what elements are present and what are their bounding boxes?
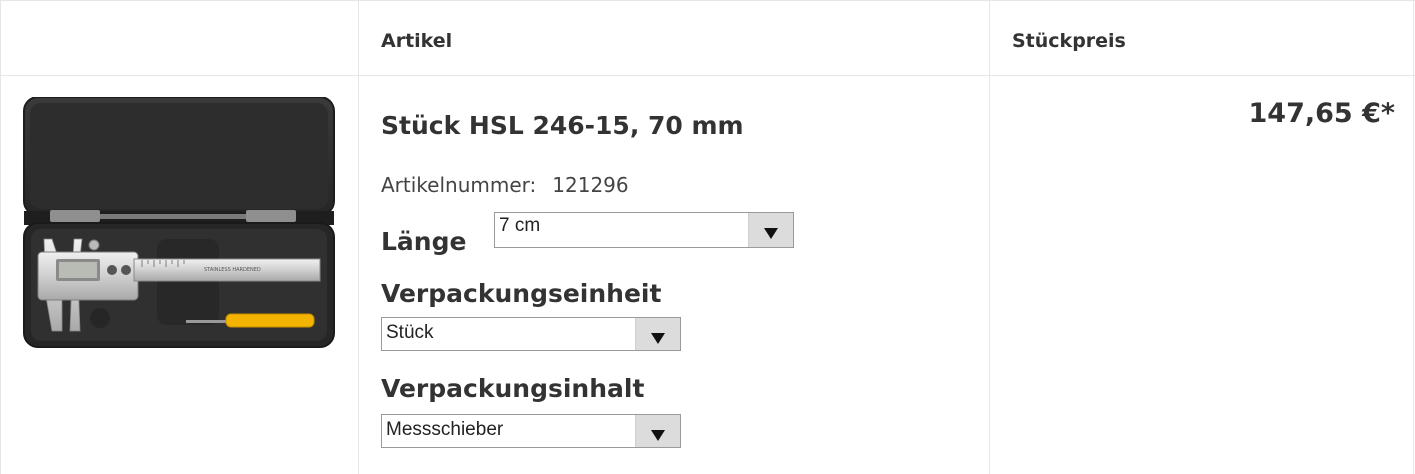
length-label: Länge — [381, 227, 467, 256]
article-number-label: Artikelnummer: — [381, 173, 537, 197]
length-select[interactable]: 7 cm — [494, 212, 794, 248]
unit-price: 147,65 €* — [1248, 98, 1396, 129]
packaging-content-select-value: Messschieber — [386, 419, 504, 440]
caliper-engraving-text: STAINLESS HARDENED — [204, 267, 261, 273]
length-select-value: 7 cm — [499, 215, 541, 236]
chevron-down-icon — [651, 333, 665, 344]
chevron-down-icon — [651, 430, 665, 441]
header-divider — [0, 75, 1415, 76]
packaging-content-select-button[interactable] — [635, 415, 680, 447]
packaging-content-select[interactable]: Messschieber — [381, 414, 681, 448]
packaging-unit-label: Verpackungseinheit — [381, 279, 662, 308]
table-left-border — [0, 0, 1, 474]
product-title[interactable]: Stück HSL 246-15, 70 mm — [381, 111, 744, 140]
column-divider-2 — [989, 0, 990, 474]
length-select-button[interactable] — [748, 213, 793, 247]
product-image[interactable]: STAINLESS HARDENED — [22, 97, 336, 349]
packaging-unit-select-value: Stück — [386, 322, 434, 343]
table-right-border — [1413, 0, 1414, 474]
chevron-down-icon — [764, 228, 778, 239]
column-header-unit-price: Stückpreis — [1012, 30, 1126, 52]
column-header-article: Artikel — [381, 30, 453, 52]
article-number: Artikelnummer: 121296 — [381, 173, 629, 197]
packaging-content-label: Verpackungsinhalt — [381, 374, 645, 403]
article-number-value: 121296 — [552, 173, 629, 197]
column-divider-1 — [358, 0, 359, 474]
packaging-unit-select[interactable]: Stück — [381, 317, 681, 351]
packaging-unit-select-button[interactable] — [635, 318, 680, 350]
table-top-border — [0, 0, 1415, 1]
